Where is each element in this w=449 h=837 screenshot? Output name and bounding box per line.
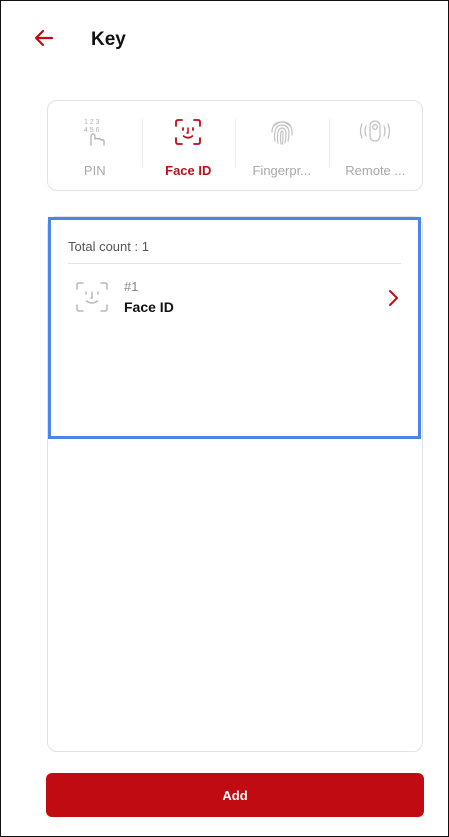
tab-fingerprint[interactable]: Fingerpr... — [235, 101, 329, 190]
arrow-left-icon — [34, 29, 54, 47]
app-screen: Key 1 2 3 4 5 6 PIN Face ID Fingerpr... … — [0, 0, 449, 837]
total-count: Total count : 1 — [68, 239, 149, 254]
tab-label: Fingerpr... — [252, 163, 312, 178]
tab-label: Remote ... — [345, 163, 406, 178]
key-name: Face ID — [124, 299, 174, 315]
tab-label: Face ID — [165, 163, 212, 178]
page-title: Key — [91, 29, 126, 50]
svg-text:1 2 3: 1 2 3 — [84, 119, 100, 126]
svg-text:4 5 6: 4 5 6 — [84, 127, 100, 134]
fingerprint-icon — [265, 115, 299, 149]
tab-remote[interactable]: Remote ... — [328, 101, 423, 190]
list-item[interactable]: #1 Face ID — [68, 271, 401, 327]
remote-icon — [358, 115, 392, 149]
header: Key — [1, 1, 448, 81]
tab-face-id[interactable]: Face ID — [141, 101, 236, 190]
face-id-icon — [74, 279, 110, 315]
key-number: #1 — [124, 279, 139, 294]
chevron-right-icon — [385, 288, 401, 308]
divider — [68, 263, 401, 264]
face-id-icon — [171, 115, 205, 149]
back-button[interactable] — [31, 25, 57, 51]
key-type-tabs: 1 2 3 4 5 6 PIN Face ID Fingerpr... Remo… — [47, 100, 423, 191]
add-button[interactable]: Add — [46, 773, 424, 817]
tab-pin[interactable]: 1 2 3 4 5 6 PIN — [48, 101, 142, 190]
tab-label: PIN — [83, 163, 106, 178]
pin-keypad-icon: 1 2 3 4 5 6 — [78, 115, 112, 149]
